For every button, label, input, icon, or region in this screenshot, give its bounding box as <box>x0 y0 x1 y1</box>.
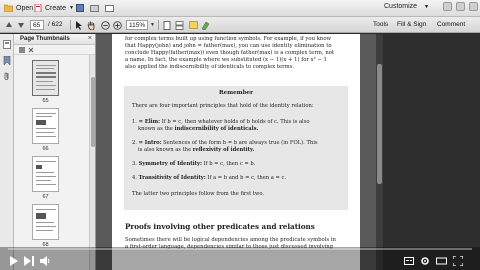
title-bar: Open Create ▼ Customize ▼ <box>0 0 480 17</box>
hand-icon <box>87 21 95 30</box>
body-text-line: for complex terms built up using functio… <box>125 36 332 42</box>
chevron-down-icon[interactable]: ▼ <box>424 4 429 10</box>
scroll-mode-button[interactable] <box>174 19 184 31</box>
principle-line: 3. Symmetry of Identity: If b = c, then … <box>132 161 256 167</box>
delete-icon[interactable] <box>28 47 34 53</box>
fit-page-icon <box>163 20 171 30</box>
settings-gear-icon[interactable] <box>420 256 430 266</box>
previous-page-button[interactable] <box>4 19 14 31</box>
close-window-button[interactable] <box>469 2 478 11</box>
zoom-in-icon <box>112 20 122 30</box>
principle-line: is also known as the reflexivity of iden… <box>138 147 255 153</box>
fill-sign-tab[interactable]: Fill & Sign <box>397 21 426 28</box>
next-icon[interactable] <box>24 256 34 266</box>
navigation-pane-strip <box>0 34 14 270</box>
principle-line: 4. Transitivity of Identity: If a = b an… <box>132 175 287 181</box>
theater-mode-icon[interactable] <box>436 256 447 266</box>
thumbnails-scrollbar[interactable] <box>89 55 95 270</box>
body-text-line: Sometimes there will be logical dependen… <box>125 237 336 243</box>
folder-icon <box>4 4 13 12</box>
page-thumbnail[interactable] <box>32 204 59 240</box>
customize-menu[interactable]: Customize <box>384 3 417 10</box>
pdf-page: for complex terms built up using functio… <box>112 34 360 270</box>
sticky-note-icon <box>188 20 198 29</box>
right-pane <box>383 34 480 270</box>
page-thumbnail[interactable] <box>32 60 59 96</box>
chevron-down-icon: ▼ <box>69 5 74 11</box>
fullscreen-icon[interactable] <box>453 256 463 266</box>
body-text-line: also applied the indiscernibility of ide… <box>125 64 295 70</box>
main-toolbar: 65 / 622 115% ▼ Tools Fill & Sign Commen… <box>0 17 480 33</box>
print-icon[interactable] <box>90 4 99 12</box>
create-label: Create <box>45 4 67 12</box>
thumbnails-toolbar <box>14 45 95 55</box>
remember-outro: The latter two principles follow from th… <box>132 191 265 197</box>
save-icon[interactable] <box>76 4 84 12</box>
body-text-line: that Happy(john) and john = father(max),… <box>125 43 332 49</box>
body-text-line: conclude Happy(father(max)) even though … <box>125 50 335 56</box>
open-button[interactable]: Open <box>4 2 33 14</box>
bookmark-icon[interactable] <box>3 56 11 65</box>
document-scrollbar[interactable] <box>376 34 383 270</box>
thumbnail-label: 66 <box>42 146 49 152</box>
page-number-input[interactable]: 65 <box>30 20 44 30</box>
body-text-line: a name. In fact, the example where we su… <box>125 57 327 63</box>
next-page-button[interactable] <box>16 19 26 31</box>
zoom-in-button[interactable] <box>112 19 122 31</box>
volume-icon[interactable] <box>40 256 51 266</box>
fit-page-button[interactable] <box>162 19 172 31</box>
remember-title: Remember <box>218 90 254 96</box>
scrollbar-thumb[interactable] <box>377 64 382 184</box>
separator <box>70 20 71 30</box>
page-thumbnails-icon[interactable] <box>3 40 11 49</box>
separator <box>158 20 159 30</box>
page-thumbnail[interactable] <box>32 156 59 192</box>
video-progress-bar[interactable] <box>8 248 472 250</box>
document-viewport: for complex terms built up using functio… <box>96 34 376 270</box>
minimize-button[interactable] <box>443 2 452 11</box>
subtitles-icon[interactable] <box>404 256 414 266</box>
toolbar-icons-group <box>76 2 114 14</box>
play-icon[interactable] <box>9 256 18 266</box>
attachment-icon[interactable] <box>3 72 11 81</box>
create-button[interactable]: Create ▼ <box>34 2 74 14</box>
close-icon[interactable]: × <box>88 35 92 42</box>
comment-tab[interactable]: Comment <box>437 21 465 28</box>
chevron-down-icon[interactable]: ▼ <box>150 22 155 28</box>
create-pdf-icon <box>34 4 42 12</box>
zoom-level-input[interactable]: 115% <box>126 20 148 30</box>
maximize-button[interactable] <box>456 2 465 11</box>
scroll-pages-icon <box>175 20 183 30</box>
annotate-button[interactable] <box>188 19 198 31</box>
principle-line: 1. = Elim: If b = c, then whatever holds… <box>132 119 310 125</box>
principle-line: 2. = Intro: Sentences of the form b = b … <box>132 140 318 146</box>
thumbnail-label: 65 <box>42 98 49 104</box>
page-thumbnail[interactable] <box>32 108 59 144</box>
page-total: / 622 <box>48 21 63 28</box>
thumbnails-header: Page Thumbnails × <box>14 34 95 45</box>
section-heading: Proofs involving other predicates and re… <box>125 222 315 231</box>
remember-intro: There are four important principles that… <box>132 103 314 109</box>
arrow-down-icon <box>18 23 24 28</box>
email-icon[interactable] <box>105 4 114 12</box>
thumbnails-title: Page Thumbnails <box>20 36 70 42</box>
zoom-out-button[interactable] <box>100 19 110 31</box>
highlight-button[interactable] <box>200 19 210 31</box>
thumbnail-label: 67 <box>42 194 49 200</box>
tools-tab[interactable]: Tools <box>373 21 388 28</box>
hand-tool-button[interactable] <box>86 19 96 31</box>
highlighter-icon <box>201 21 209 30</box>
arrow-up-icon <box>6 22 12 27</box>
thumbnail-options-icon[interactable] <box>19 46 25 53</box>
open-label: Open <box>16 4 34 12</box>
window-controls <box>443 2 478 11</box>
select-tool-button[interactable] <box>74 19 84 31</box>
cursor-icon <box>76 20 82 30</box>
principle-line: known as the indiscernibility of identic… <box>138 126 259 132</box>
scrollbar-thumb[interactable] <box>91 77 95 147</box>
remember-box: Remember There are four important princi… <box>124 86 348 210</box>
zoom-out-icon <box>100 20 110 30</box>
page-thumbnails-panel: Page Thumbnails × 65 66 67 68 <box>14 34 96 270</box>
